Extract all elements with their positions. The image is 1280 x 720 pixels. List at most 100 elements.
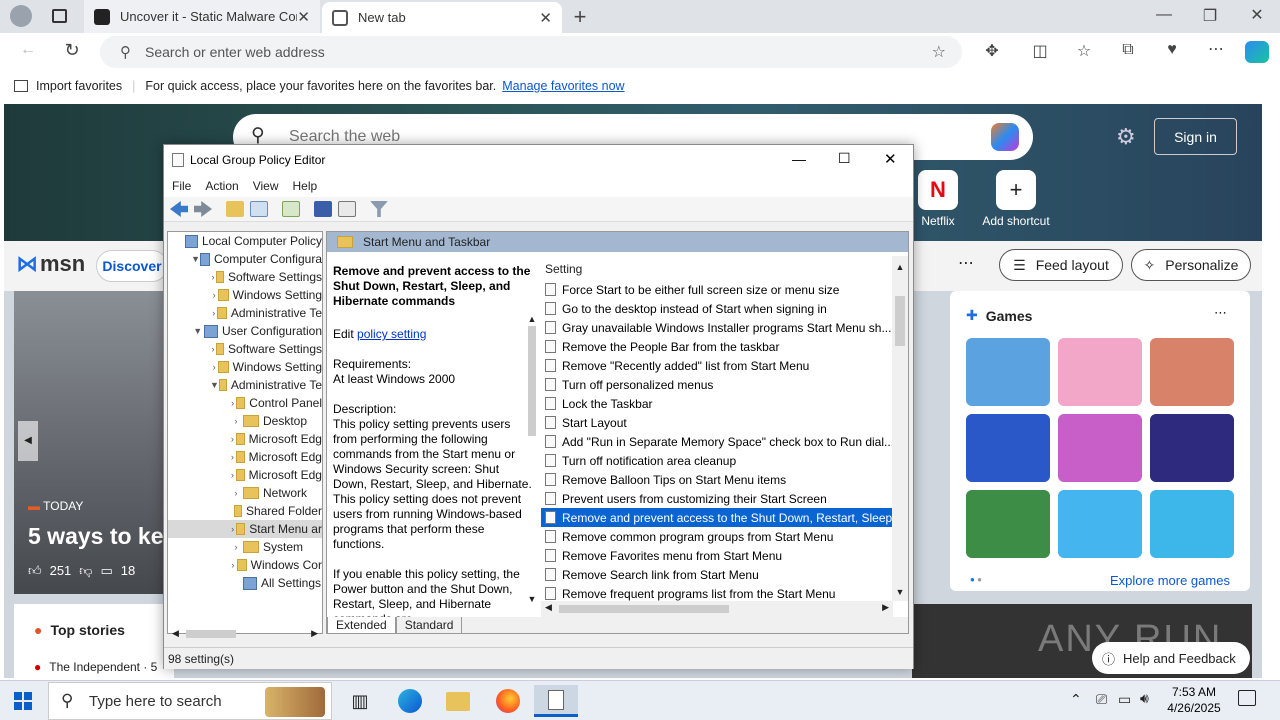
policy-tree[interactable]: Local Computer Policy ▼ Computer Configura… [167, 231, 323, 634]
comment-icon[interactable]: ▭ [101, 563, 113, 579]
tree-node[interactable]: All Settings [168, 574, 322, 592]
tree-node[interactable]: › Microsoft Edg [168, 466, 322, 484]
tree-node[interactable]: › System [168, 538, 322, 556]
news-headline[interactable]: 5 ways to ke [28, 523, 164, 550]
setting-row[interactable]: Prevent users from customizing their Sta… [541, 489, 893, 508]
import-favorites-button[interactable]: Import favorites [36, 79, 122, 93]
menu-file[interactable]: File [172, 179, 191, 193]
new-tab-button[interactable]: + [566, 4, 594, 30]
start-button[interactable] [14, 692, 32, 710]
extensions-icon[interactable]: ✥ [978, 41, 1006, 61]
scroll-left-icon[interactable]: ◀ [545, 602, 552, 613]
setting-row[interactable]: Remove "Recently added" list from Start … [541, 356, 893, 375]
top-story-source[interactable]: ● The Independent · 5 [34, 660, 157, 674]
ethernet-icon[interactable]: ▭ [1118, 691, 1131, 708]
expand-chevron-icon[interactable]: › [229, 488, 243, 498]
scroll-up-icon[interactable]: ▲ [525, 314, 539, 324]
setting-row[interactable]: Turn off notification area cleanup [541, 451, 893, 470]
msn-logo[interactable]: ⋈ msn [16, 251, 85, 277]
tree-node[interactable]: › Desktop [168, 412, 322, 430]
tree-node[interactable]: Local Computer Policy [168, 232, 322, 250]
expand-chevron-icon[interactable]: › [229, 416, 243, 426]
expand-chevron-icon[interactable]: › [210, 308, 217, 318]
back-arrow-icon[interactable] [170, 201, 188, 217]
file-explorer-icon[interactable] [436, 685, 480, 717]
volume-icon[interactable]: 🔊︎ [1140, 690, 1149, 707]
sign-in-button[interactable]: Sign in [1154, 118, 1237, 155]
tree-node[interactable]: ▼ User Configuration [168, 322, 322, 340]
tree-node[interactable]: › Windows Setting [168, 358, 322, 376]
tree-node[interactable]: › Network [168, 484, 322, 502]
tree-node[interactable]: › Microsoft Edg [168, 430, 322, 448]
setting-row[interactable]: Remove the People Bar from the taskbar [541, 337, 893, 356]
filter-icon[interactable] [370, 201, 388, 217]
game-tile[interactable] [1058, 338, 1142, 406]
expand-chevron-icon[interactable]: › [229, 560, 237, 570]
scroll-thumb[interactable] [186, 630, 236, 638]
tree-node[interactable]: › Start Menu ar [168, 520, 322, 538]
collections-icon[interactable]: ⧉ [1114, 41, 1142, 59]
scroll-thumb[interactable] [559, 605, 729, 613]
gpo-close-icon[interactable]: ✕ [884, 150, 897, 168]
shortcut-netflix[interactable]: N Netflix [908, 170, 968, 228]
expand-chevron-icon[interactable]: › [229, 452, 236, 462]
more-menu-icon[interactable]: ⋯ [1202, 39, 1230, 59]
games-more-icon[interactable]: ⋯ [1214, 305, 1227, 321]
edit-policy-link[interactable]: policy setting [357, 327, 426, 341]
expand-chevron-icon[interactable]: › [210, 290, 218, 300]
scroll-right-icon[interactable]: ▶ [311, 628, 318, 639]
tab-standard[interactable]: Standard [395, 617, 463, 633]
game-tile[interactable] [966, 414, 1050, 482]
back-icon[interactable]: ← [14, 41, 42, 59]
scroll-up-icon[interactable]: ▲ [892, 262, 908, 272]
news-card[interactable]: ◀ ▬ TODAY 5 ways to ke 👍︎ 251 👎︎ ▭ 18 [14, 291, 174, 594]
expand-chevron-icon[interactable]: › [229, 434, 236, 444]
list-vertical-scrollbar[interactable]: ▲ ▼ [892, 256, 908, 601]
discover-button[interactable]: Discover [96, 250, 168, 282]
setting-row[interactable]: Remove Favorites menu from Start Menu [541, 546, 893, 565]
gpo-titlebar[interactable]: Local Group Policy Editor — ☐ ✕ [164, 145, 913, 175]
tree-horizontal-scrollbar[interactable]: ◀ ▶ [168, 627, 322, 641]
firefox-icon[interactable] [486, 685, 530, 717]
copilot-icon[interactable] [991, 123, 1019, 151]
explore-more-games-link[interactable]: Explore more games [1110, 573, 1230, 588]
menu-action[interactable]: Action [205, 179, 238, 193]
game-tile[interactable] [1058, 490, 1142, 558]
game-tile[interactable] [966, 490, 1050, 558]
setting-row[interactable]: Remove frequent programs list from the S… [541, 584, 893, 601]
performance-icon[interactable]: ♥ [1158, 41, 1186, 59]
game-tile[interactable] [966, 338, 1050, 406]
expand-chevron-icon[interactable]: › [229, 398, 236, 408]
scroll-down-icon[interactable]: ▼ [892, 587, 908, 597]
personalize-button[interactable]: ✧ Personalize [1131, 249, 1251, 281]
setting-row[interactable]: Remove common program groups from Start … [541, 527, 893, 546]
tree-node[interactable]: › Control Panel [168, 394, 322, 412]
show-hidden-icons[interactable]: ⌃ [1070, 691, 1082, 708]
feed-layout-button[interactable]: ☰ Feed layout [999, 249, 1123, 281]
tree-node[interactable]: ▼ Administrative Te [168, 376, 322, 394]
shortcut-add[interactable]: + Add shortcut [976, 170, 1056, 228]
tree-node[interactable]: › Windows Setting [168, 286, 322, 304]
dislike-icon[interactable]: 👎︎ [79, 563, 92, 579]
task-view-icon[interactable]: ▥ [338, 685, 382, 717]
setting-row[interactable]: Remove Search link from Start Menu [541, 565, 893, 584]
tree-node[interactable]: Shared Folder [168, 502, 322, 520]
like-icon[interactable]: 👍︎ [28, 563, 42, 579]
tree-node[interactable]: › Microsoft Edg [168, 448, 322, 466]
favorite-star-icon[interactable]: ☆ [932, 42, 946, 62]
setting-row[interactable]: Lock the Taskbar [541, 394, 893, 413]
carousel-prev-icon[interactable]: ◀ [18, 421, 38, 461]
setting-row[interactable]: Start Layout [541, 413, 893, 432]
setting-row[interactable]: Force Start to be either full screen siz… [541, 280, 893, 299]
gpo-minimize-icon[interactable]: — [792, 151, 806, 167]
gpo-taskbar-icon[interactable] [534, 685, 578, 717]
tab-extended[interactable]: Extended [327, 617, 396, 633]
profile-icon[interactable] [10, 5, 32, 27]
restore-icon[interactable]: ❐ [1196, 6, 1224, 26]
clock[interactable]: 7:53 AM 4/26/2025 [1160, 684, 1228, 716]
setting-row[interactable]: Add "Run in Separate Memory Space" check… [541, 432, 893, 451]
expand-chevron-icon[interactable]: › [229, 524, 236, 534]
setting-row[interactable]: Go to the desktop instead of Start when … [541, 299, 893, 318]
network-icon[interactable]: ⎚ [1096, 691, 1107, 708]
description-scrollbar[interactable]: ▲ ▼ [525, 314, 539, 604]
